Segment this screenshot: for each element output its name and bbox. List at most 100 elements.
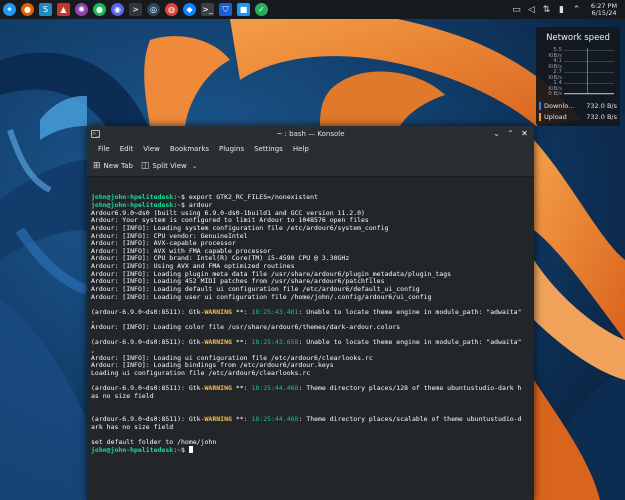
terminal-lines: john@john-hpelitedesk:~$ export GTK2_RC_… bbox=[91, 194, 531, 454]
terminal-line: Loading ui configuration file /etc/ardou… bbox=[91, 370, 531, 378]
terminal-text: (ardour-6.9.0~ds0:8511): Gtk- bbox=[91, 415, 205, 423]
terminal-line: ark has no size field bbox=[91, 424, 531, 432]
terminal-line: Ardour6.9.0~ds0 (built using 6.9.0-ds0-1… bbox=[91, 210, 531, 218]
terminal-line: (ardour-6.9.0~ds0:8511): Gtk-WARNING **:… bbox=[91, 385, 531, 393]
terminal-text: Ardour: [INFO]: CPU vendor: GenuineIntel bbox=[91, 232, 248, 240]
konsole-window-icon[interactable]: >_ bbox=[91, 129, 100, 138]
spotify-icon[interactable]: ● bbox=[93, 3, 106, 16]
terminal-text: WARNING bbox=[204, 339, 232, 347]
terminal-text: WARNING bbox=[204, 385, 232, 393]
close-icon[interactable]: ✕ bbox=[519, 129, 530, 138]
terminal-text: $ export GTK2_RC_FILES=/nonexistent bbox=[181, 194, 318, 202]
menu-plugins[interactable]: Plugins bbox=[214, 145, 249, 153]
terminal-output[interactable]: john@john-hpelitedesk:~$ export GTK2_RC_… bbox=[87, 177, 534, 500]
terminal-scrollbar[interactable] bbox=[530, 179, 533, 498]
menu-help[interactable]: Help bbox=[288, 145, 314, 153]
thunderbird-icon[interactable]: ◆ bbox=[183, 3, 196, 16]
bitwarden-icon[interactable]: ⛉ bbox=[219, 3, 232, 16]
terminal-text: set default folder to /home/john bbox=[91, 438, 217, 446]
terminal-line: Ardour: Your system is configured to lim… bbox=[91, 217, 531, 225]
grid-line bbox=[564, 83, 614, 84]
minimize-icon[interactable]: ⌄ bbox=[491, 129, 502, 138]
network-speed-widget[interactable]: Network speed 5.5 KiB/s 4.1 KiB/s 2.7 Ki… bbox=[536, 27, 620, 126]
terminal-line: (ardour-6.9.0~ds0:8511): Gtk-WARNING **:… bbox=[91, 309, 531, 317]
menu-bar: File Edit View Bookmarks Plugins Setting… bbox=[87, 141, 534, 156]
terminal-line: Ardour: [INFO]: Loading user ui configur… bbox=[91, 294, 531, 302]
grid-line bbox=[564, 50, 614, 51]
chrome-icon[interactable]: ◍ bbox=[165, 3, 178, 16]
window-title: ~ : bash — Konsole bbox=[276, 129, 345, 138]
upload-trace bbox=[564, 93, 614, 94]
terminal-line: john@john-hpelitedesk:~$ export GTK2_RC_… bbox=[91, 194, 531, 202]
terminal-text: Ardour: [INFO]: Loading plugin meta data… bbox=[91, 270, 452, 278]
window-controls: ⌄ ⌃ ✕ bbox=[491, 129, 530, 138]
terminal-line: Ardour: [INFO]: Loading 452 MIDI patches… bbox=[91, 278, 531, 286]
terminal-line: Ardour: [INFO]: Loading bindings from /e… bbox=[91, 362, 531, 370]
expand-tray-icon[interactable]: ⌃ bbox=[571, 4, 582, 15]
discord-icon[interactable]: ◉ bbox=[111, 3, 124, 16]
display-icon[interactable]: ▭ bbox=[511, 4, 522, 15]
volume-icon[interactable]: ◁ bbox=[526, 4, 537, 15]
system-tray: ▭ ◁ ⇅ ▮ ⌃ bbox=[511, 4, 582, 15]
terminal-text: (ardour-6.9.0~ds0:8511): Gtk- bbox=[91, 339, 205, 347]
top-panel: ✦ ● S ▲ ✺ ● ◉ > ◎ ◍ ◆ >_ ⛉ ■ ✓ ▭ ◁ ⇅ ▮ ⌃ 6:27 PM 6/15/24 bbox=[0, 0, 625, 19]
menu-edit[interactable]: Edit bbox=[115, 145, 139, 153]
s-app-icon[interactable]: S bbox=[39, 3, 52, 16]
terminal-text: john@john-hpelitedesk bbox=[91, 194, 174, 202]
terminal-text: Ardour: [INFO]: AVX with FMA capable pro… bbox=[91, 247, 272, 255]
maximize-icon[interactable]: ⌃ bbox=[505, 129, 516, 138]
grid-line bbox=[564, 72, 614, 73]
terminal-text: john@john-hpelitedesk bbox=[91, 201, 174, 209]
clock-date: 6/15/24 bbox=[591, 8, 617, 17]
terminal-text: Loading ui configuration file /etc/ardou… bbox=[91, 370, 311, 378]
terminal-text: Ardour: [INFO]: Loading system configura… bbox=[91, 224, 389, 232]
terminal-text: WARNING bbox=[204, 308, 232, 316]
network-icon[interactable]: ⇅ bbox=[541, 4, 552, 15]
pinwheel-icon[interactable]: ✺ bbox=[75, 3, 88, 16]
menu-view[interactable]: View bbox=[138, 145, 165, 153]
konsole-window[interactable]: >_ ~ : bash — Konsole ⌄ ⌃ ✕ File Edit Vi… bbox=[87, 126, 534, 500]
terminal-line: john@john-hpelitedesk:~$ ardour bbox=[91, 202, 531, 210]
terminal-text: Ardour6.9.0~ds0 (built using 6.9.0-ds0-1… bbox=[91, 209, 365, 217]
terminal-text: 18:25:44.468 bbox=[251, 415, 299, 423]
red-triangle-icon[interactable]: ▲ bbox=[57, 3, 70, 16]
blue-app-icon[interactable]: ■ bbox=[237, 3, 250, 16]
new-tab-button[interactable]: ⊞ New Tab bbox=[93, 161, 133, 171]
window-titlebar[interactable]: >_ ~ : bash — Konsole ⌄ ⌃ ✕ bbox=[87, 126, 534, 141]
chevron-down-icon[interactable]: ⌄ bbox=[192, 162, 198, 170]
terminal-line: , bbox=[91, 317, 531, 325]
split-view-button[interactable]: ◫ Split View ⌄ bbox=[141, 161, 198, 171]
kde-logo-icon[interactable]: ✦ bbox=[3, 3, 16, 16]
terminal-line: john@john-hpelitedesk:~$ bbox=[91, 446, 531, 454]
terminal-line: Ardour: [INFO]: AVX-capable processor bbox=[91, 240, 531, 248]
upload-swatch bbox=[539, 113, 541, 121]
konsole-active-icon[interactable]: >_ bbox=[201, 3, 214, 16]
new-tab-icon: ⊞ bbox=[93, 161, 101, 171]
firefox-icon[interactable]: ● bbox=[21, 3, 34, 16]
terminal-text: $ ardour bbox=[181, 201, 213, 209]
steam-icon[interactable]: ◎ bbox=[147, 3, 160, 16]
battery-icon[interactable]: ▮ bbox=[556, 4, 567, 15]
terminal-text: , bbox=[91, 347, 95, 355]
terminal-text: : Unable to locate theme engine in modul… bbox=[298, 308, 522, 316]
network-widget-title: Network speed bbox=[546, 33, 610, 43]
green-app-icon[interactable]: ✓ bbox=[255, 3, 268, 16]
download-label: Downlo... bbox=[544, 102, 575, 110]
terminal-cursor bbox=[188, 446, 193, 454]
terminal-text: **: bbox=[231, 385, 252, 393]
digital-clock[interactable]: 6:27 PM 6/15/24 bbox=[586, 2, 622, 17]
menu-settings[interactable]: Settings bbox=[249, 145, 288, 153]
menu-file[interactable]: File bbox=[93, 145, 115, 153]
terminal-icon[interactable]: > bbox=[129, 3, 142, 16]
task-manager: ✦ ● S ▲ ✺ ● ◉ > ◎ ◍ ◆ >_ ⛉ ■ ✓ bbox=[3, 3, 268, 16]
terminal-text: **: bbox=[231, 308, 252, 316]
toolbar: ⊞ New Tab ◫ Split View ⌄ bbox=[87, 156, 534, 177]
terminal-text: Ardour: [INFO]: CPU brand: Intel(R) Core… bbox=[91, 255, 350, 263]
download-value: 732.0 B/s bbox=[586, 102, 617, 110]
terminal-line: as no size field bbox=[91, 393, 531, 401]
menu-bookmarks[interactable]: Bookmarks bbox=[165, 145, 214, 153]
terminal-text: (ardour-6.9.0~ds0:8511): Gtk- bbox=[91, 308, 205, 316]
